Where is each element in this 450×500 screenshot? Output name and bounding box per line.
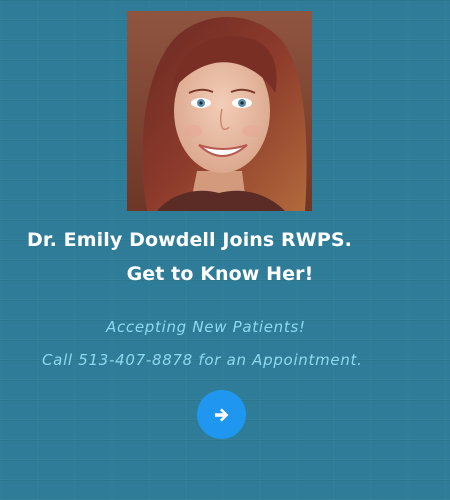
announcement-card: Dr. Emily Dowdell Joins RWPS. Get to Kno… xyxy=(0,0,450,500)
headline-announcement: Dr. Emily Dowdell Joins RWPS. xyxy=(27,229,352,251)
appointment-phone-text: Call 513-407-8878 for an Appointment. xyxy=(42,351,363,369)
accepting-patients-text: Accepting New Patients! xyxy=(106,318,306,336)
headline-get-to-know: Get to Know Her! xyxy=(126,263,314,285)
doctor-portrait-photo xyxy=(127,11,312,211)
arrow-right-icon xyxy=(214,407,228,422)
learn-more-button[interactable] xyxy=(197,390,246,439)
